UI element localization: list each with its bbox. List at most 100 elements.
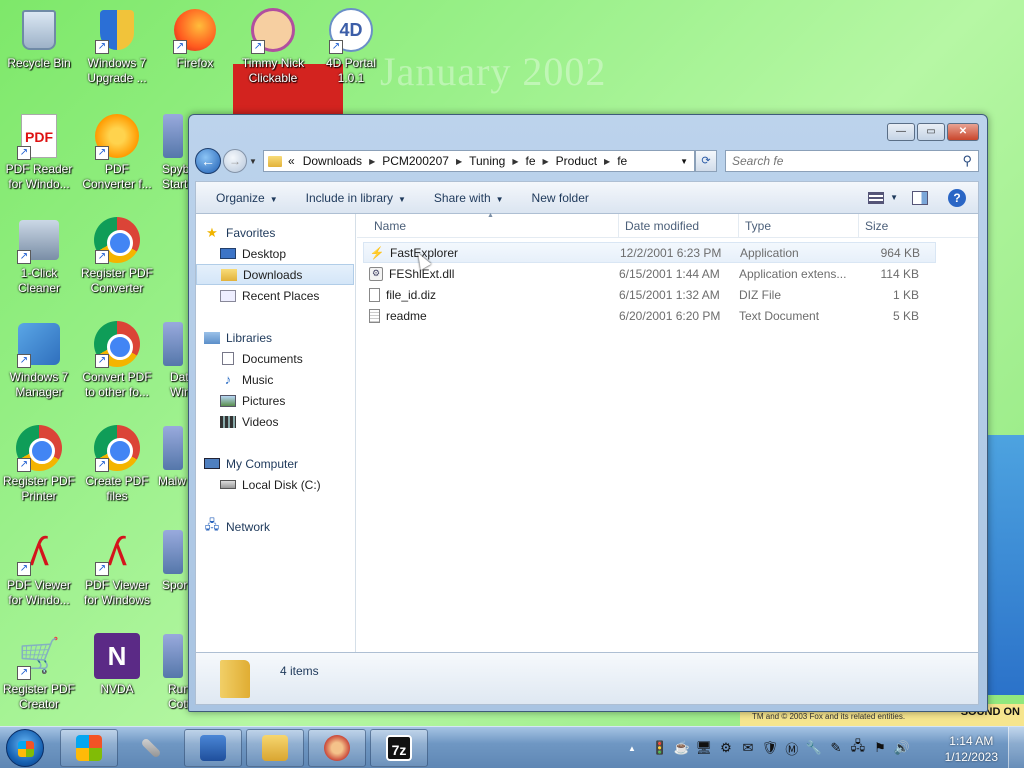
desktop-icon-pdf-reader[interactable]: PDF ↗ PDF Reader for Windo... — [0, 112, 78, 192]
help-button[interactable]: ? — [948, 188, 966, 207]
change-view-icon[interactable] — [868, 191, 885, 204]
share-with-button[interactable]: Share with ▼ — [420, 191, 518, 205]
nav-item-downloads[interactable]: Downloads — [196, 264, 354, 285]
breadcrumb-tuning[interactable]: Tuning — [469, 154, 505, 168]
nav-item-recent-places[interactable]: Recent Places — [196, 285, 355, 306]
desktop-icon-timmy[interactable]: ↗ Timmy Nick Clickable — [234, 6, 312, 86]
desktop-icon-1-click-cleaner[interactable]: ↗ 1-Click Cleaner — [0, 216, 78, 296]
breadcrumb-fe[interactable]: fe — [526, 154, 536, 168]
desktop-icon-sports[interactable]: Spor — [156, 528, 190, 593]
breadcrumb-separator-icon[interactable]: ▶ — [512, 157, 518, 166]
malwarebytes-icon[interactable]: Ⓜ — [784, 740, 800, 757]
nav-item-pictures[interactable]: Pictures — [196, 390, 355, 411]
maximize-button[interactable]: ▭ — [917, 123, 945, 141]
start-button[interactable] — [6, 729, 44, 767]
view-options-dropdown-icon[interactable]: ▼ — [890, 193, 898, 202]
organize-button[interactable]: Organize ▼ — [202, 191, 292, 205]
clock[interactable]: 1:14 AM 1/12/2023 — [945, 733, 998, 765]
desktop-icon-windows-7-upgrade[interactable]: ↗ Windows 7 Upgrade ... — [78, 6, 156, 86]
taskbar-app-office[interactable] — [184, 729, 242, 767]
minimize-button[interactable]: — — [887, 123, 915, 141]
file-row-fastexplorer[interactable]: ⚡ FastExplorer 12/2/2001 6:23 PM Applicat… — [363, 242, 936, 263]
address-overflow-chevron[interactable]: « — [288, 154, 295, 168]
file-row-feshlext-dll[interactable]: ⚙ FEShlExt.dll 6/15/2001 1:44 AM Applicat… — [363, 263, 936, 284]
tray-app-icon[interactable]: ☕ — [674, 740, 690, 756]
show-hidden-icons-icon[interactable]: ▲ — [628, 744, 636, 753]
column-header-type[interactable]: Type — [739, 214, 859, 237]
pictures-icon — [220, 394, 236, 407]
recent-pages-dropdown[interactable]: ▼ — [249, 157, 259, 166]
close-button[interactable]: ✕ — [947, 123, 979, 141]
column-header-size[interactable]: Size — [859, 214, 935, 237]
tray-app-icon[interactable]: ⚙ — [718, 740, 734, 756]
breadcrumb-pcm200207[interactable]: PCM200207 — [382, 154, 449, 168]
tray-app-icon[interactable]: 🖥 — [696, 740, 713, 756]
address-dropdown-icon[interactable]: ▼ — [680, 157, 688, 166]
taskbar-app-explorer[interactable] — [246, 729, 304, 767]
nav-item-videos[interactable]: Videos — [196, 411, 355, 432]
desktop-icon-windows-7-manager[interactable]: ↗ Windows 7 Manager — [0, 320, 78, 400]
action-center-icon[interactable]: ⚑ — [872, 740, 888, 756]
volume-icon[interactable]: 🔊 — [894, 740, 910, 756]
forward-button[interactable]: → — [223, 149, 247, 173]
desktop-icon-data-window[interactable]: Dat Wind — [156, 320, 190, 400]
new-folder-button[interactable]: New folder — [518, 191, 603, 205]
nav-item-desktop[interactable]: Desktop — [196, 243, 355, 264]
desktop-icon-create-pdf-files[interactable]: ↗ Create PDF files — [78, 424, 156, 504]
show-desktop-button[interactable] — [1008, 727, 1024, 768]
include-in-library-button[interactable]: Include in library ▼ — [292, 191, 420, 205]
search-input[interactable] — [732, 154, 963, 168]
taskbar-app-people[interactable] — [308, 729, 366, 767]
tray-app-icon[interactable]: ✉ — [740, 740, 756, 756]
desktop-icon-run-cotton[interactable]: Run Cott — [156, 632, 190, 712]
desktop-icon-spybot[interactable]: Spyb Start — [156, 112, 190, 192]
traffic-light-icon[interactable]: 🚦 — [652, 740, 668, 756]
file-row-readme[interactable]: readme 6/20/2001 6:20 PM Text Document 5… — [363, 305, 936, 326]
nav-item-libraries[interactable]: Libraries — [196, 327, 355, 348]
nav-label: Local Disk (C:) — [242, 477, 321, 492]
nav-item-my-computer[interactable]: My Computer — [196, 453, 355, 474]
taskbar-app-7zip[interactable]: 7z — [370, 729, 428, 767]
desktop-icon-pdf-converter[interactable]: ↗ PDF Converter f... — [78, 112, 156, 192]
desktop-icon-register-pdf-creator[interactable]: 🛒 ↗ Register PDF Creator — [0, 632, 78, 712]
desktop-icon-4d-portal[interactable]: 4D ↗ 4D Portal 1.0.1 — [312, 6, 390, 86]
desktop-icon-register-pdf-printer[interactable]: ↗ Register PDF Printer — [0, 424, 78, 504]
network-icon[interactable]: 🖧 — [850, 738, 866, 756]
address-bar[interactable]: « Downloads ▶ PCM200207 ▶ Tuning ▶ fe ▶ … — [263, 150, 695, 172]
breadcrumb-separator-icon[interactable]: ▶ — [604, 157, 610, 166]
desktop-icon-nvda[interactable]: N NVDA — [78, 632, 156, 697]
breadcrumb-fe-current[interactable]: fe — [617, 154, 627, 168]
breadcrumb-separator-icon[interactable]: ▶ — [543, 157, 549, 166]
wrench-icon[interactable]: 🔧 — [806, 740, 822, 756]
desktop-icon-recycle-bin[interactable]: Recycle Bin — [0, 6, 78, 71]
search-icon[interactable]: ⚲ — [962, 153, 972, 169]
file-list: ▲ Name Date modified Type Size ⚡ FastExpl… — [357, 212, 978, 652]
breadcrumb-product[interactable]: Product — [556, 154, 597, 168]
nav-item-music[interactable]: ♪ Music — [196, 369, 355, 390]
nav-item-documents[interactable]: Documents — [196, 348, 355, 369]
preview-pane-icon[interactable] — [912, 190, 928, 205]
back-button[interactable]: ← — [195, 148, 221, 174]
desktop-icon-convert-pdf[interactable]: ↗ Convert PDF to other fo... — [78, 320, 156, 400]
breadcrumb-separator-icon[interactable]: ▶ — [456, 157, 462, 166]
tray-app-icon[interactable]: 🛡 — [762, 740, 779, 756]
taskbar-app-windows-upgrade[interactable] — [60, 729, 118, 767]
desktop-icon-register-pdf-converter[interactable]: ↗ Register PDF Converter — [78, 216, 156, 296]
column-header-date-modified[interactable]: Date modified — [619, 214, 739, 237]
shortcut-arrow-icon: ↗ — [95, 458, 109, 472]
desktop-icon-malwarebytes[interactable]: Malw — [156, 424, 190, 489]
search-box[interactable]: ⚲ — [725, 150, 979, 172]
nav-item-network[interactable]: 🖧 Network — [196, 516, 355, 537]
desktop-icon-pdf-viewer-2[interactable]: ʎ ↗ PDF Viewer for Windows — [78, 528, 156, 608]
nav-item-favorites[interactable]: ★ Favorites — [196, 222, 355, 243]
file-row-file-id-diz[interactable]: file_id.diz 6/15/2001 1:32 AM DIZ File 1… — [363, 284, 936, 305]
breadcrumb-downloads[interactable]: Downloads — [303, 154, 362, 168]
nav-item-local-disk[interactable]: Local Disk (C:) — [196, 474, 355, 495]
taskbar-app-keys[interactable] — [122, 729, 180, 767]
breadcrumb-separator-icon[interactable]: ▶ — [369, 157, 375, 166]
refresh-button[interactable]: ⟳ — [695, 150, 717, 172]
tray-app-icon[interactable]: ✎ — [828, 740, 844, 756]
desktop-icon-firefox[interactable]: ↗ Firefox — [156, 6, 234, 71]
desktop-icon-pdf-viewer-1[interactable]: ʎ ↗ PDF Viewer for Windo... — [0, 528, 78, 608]
nav-label: Libraries — [226, 330, 273, 345]
